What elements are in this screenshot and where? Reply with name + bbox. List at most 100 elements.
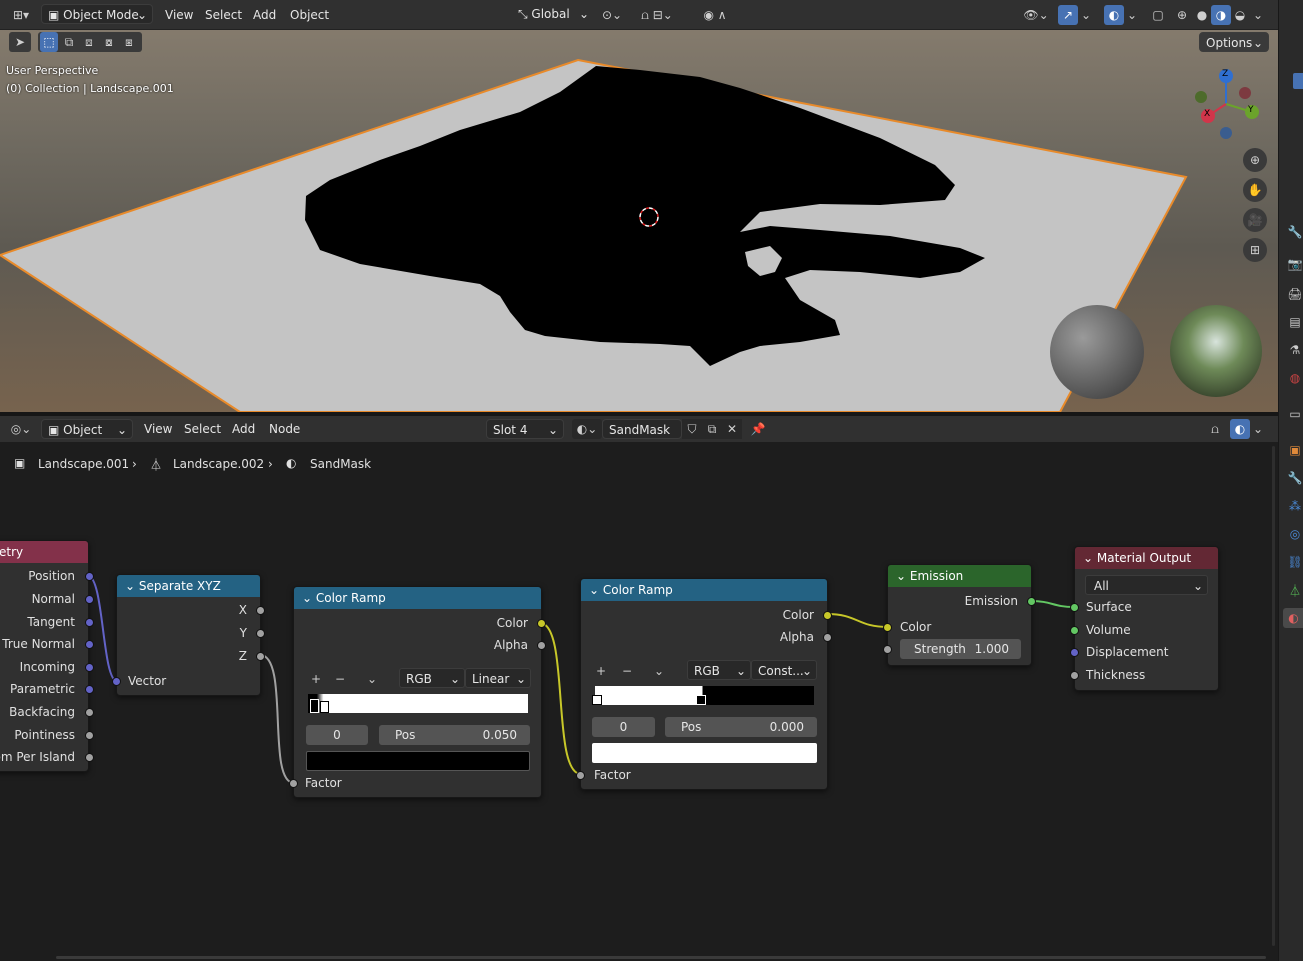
material-shading-icon[interactable]: ◑	[1211, 5, 1231, 25]
stop-color-swatch[interactable]	[592, 743, 817, 763]
socket-displacement[interactable]	[1070, 648, 1079, 657]
socket-alpha[interactable]	[823, 633, 832, 642]
horizontal-scrollbar[interactable]	[56, 956, 1266, 959]
solid-shading-icon[interactable]: ●	[1192, 5, 1212, 25]
add-stop-plus-icon[interactable]: +	[306, 669, 326, 689]
socket-emission[interactable]	[1027, 597, 1036, 606]
menu-object[interactable]: Object	[290, 5, 329, 25]
socket-true-normal[interactable]	[85, 640, 94, 649]
stop-index-field[interactable]: 0	[592, 717, 655, 737]
geometry-node[interactable]: etry Position Normal Tangent True Normal…	[0, 540, 94, 772]
view-layer-icon[interactable]: ▤	[1287, 312, 1303, 332]
socket-surface[interactable]	[1070, 603, 1079, 612]
select-tool-icon[interactable]: ➤	[9, 32, 31, 52]
ramp-stop-handle[interactable]	[320, 701, 329, 713]
color-mode-dropdown[interactable]: RGB ⌄	[399, 668, 465, 688]
socket-x[interactable]	[256, 606, 265, 615]
socket-backfacing[interactable]	[85, 708, 94, 717]
chevron-down-icon[interactable]: ⌄	[1124, 5, 1140, 25]
socket-random-per-island[interactable]	[85, 753, 94, 762]
color-ramp-gradient[interactable]	[308, 694, 528, 713]
render-properties-icon[interactable]: 📷	[1287, 254, 1303, 274]
menu-view[interactable]: View	[165, 5, 193, 25]
chevron-down-icon[interactable]: ⌄	[649, 661, 669, 681]
separate-xyz-node[interactable]: ⌄ Separate XYZ X Y Z Vector	[112, 574, 265, 696]
tool-properties-icon[interactable]: 🔧	[1287, 222, 1303, 242]
select-intersect-icon[interactable]: ⧆	[120, 32, 138, 52]
socket-volume[interactable]	[1070, 626, 1079, 635]
mode-dropdown[interactable]: ▣ Object Mode ⌄	[41, 4, 153, 24]
pan-hand-icon[interactable]: ✋	[1243, 178, 1267, 202]
color-ramp-node-1[interactable]: ⌄ Color Ramp Color Alpha + − ⌄ RGB ⌄ Line…	[289, 586, 546, 798]
object-data-icon[interactable]: ⏃	[1287, 580, 1303, 600]
interpolation-dropdown[interactable]: Linear ⌄	[465, 668, 531, 688]
socket-factor[interactable]	[576, 771, 585, 780]
socket-normal[interactable]	[85, 595, 94, 604]
color-ramp-node-2[interactable]: ⌄ Color Ramp Color Alpha + − ⌄ RGB ⌄ Cons…	[576, 578, 832, 790]
socket-color[interactable]	[823, 611, 832, 620]
select-extend-icon[interactable]: ⧉	[60, 32, 78, 52]
interpolation-dropdown[interactable]: Const... ⌄	[751, 660, 817, 680]
visibility-icon[interactable]: 👁⌄	[1020, 5, 1052, 25]
socket-incoming[interactable]	[85, 663, 94, 672]
target-dropdown[interactable]: All ⌄	[1085, 575, 1208, 595]
collapse-chevron-icon[interactable]: ⌄	[1083, 551, 1097, 565]
stop-position-field[interactable]: Pos 0.000	[665, 717, 817, 737]
collapse-chevron-icon[interactable]: ⌄	[589, 583, 603, 597]
xray-icon[interactable]: ▢	[1148, 5, 1168, 25]
socket-position[interactable]	[85, 572, 94, 581]
chevron-down-icon[interactable]: ⌄	[1078, 5, 1094, 25]
color-mode-dropdown[interactable]: RGB ⌄	[687, 660, 751, 680]
emission-node[interactable]: ⌄ Emission Emission Color Strength 1.000	[883, 564, 1036, 666]
add-stop-plus-icon[interactable]: +	[591, 661, 611, 681]
stop-position-field[interactable]: Pos 0.050	[379, 725, 530, 745]
socket-tangent[interactable]	[85, 618, 94, 627]
proportional-edit-icon[interactable]: ◉ ∧	[690, 5, 740, 25]
constraints-icon[interactable]: ⛓	[1287, 552, 1303, 572]
socket-thickness[interactable]	[1070, 671, 1079, 680]
navigation-gizmo[interactable]: Z Y X	[1188, 66, 1268, 146]
particles-icon[interactable]: ⁂	[1287, 496, 1303, 516]
menu-add[interactable]: Add	[253, 5, 276, 25]
modifier-wrench-icon[interactable]: 🔧	[1287, 468, 1303, 488]
vertical-scrollbar[interactable]	[1272, 446, 1275, 946]
collapse-chevron-icon[interactable]: ⌄	[302, 591, 316, 605]
socket-vector[interactable]	[112, 677, 121, 686]
chevron-down-icon[interactable]: ⌄	[362, 669, 382, 689]
world-properties-icon[interactable]: ◍	[1287, 368, 1303, 388]
zoom-icon[interactable]: ⊕	[1243, 148, 1267, 172]
socket-color-in[interactable]	[883, 623, 892, 632]
shader-node-editor[interactable]: ◎⌄ ▣ Object ⌄ View Select Add Node Slot 4…	[0, 416, 1278, 961]
stop-index-field[interactable]: 0	[306, 725, 368, 745]
ramp-stop-handle[interactable]	[592, 695, 602, 705]
ramp-stop-handle[interactable]	[310, 699, 319, 713]
strength-field[interactable]: Strength 1.000	[900, 639, 1021, 659]
editor-type-icon[interactable]: ⊞▾	[6, 5, 36, 25]
select-subtract-icon[interactable]: ⧈	[80, 32, 98, 52]
socket-color[interactable]	[537, 619, 546, 628]
snap-icon[interactable]: ⩍ ⊟⌄	[632, 5, 682, 25]
output-properties-icon[interactable]: 🖨	[1287, 284, 1303, 304]
rendered-shading-icon[interactable]: ◒	[1230, 5, 1250, 25]
collapse-chevron-icon[interactable]: ⌄	[896, 569, 910, 583]
gizmo-toggle-icon[interactable]: ↗	[1058, 5, 1078, 25]
select-new-icon[interactable]: ⬚	[40, 32, 58, 52]
stop-color-swatch[interactable]	[306, 751, 530, 771]
socket-factor[interactable]	[289, 779, 298, 788]
select-invert-icon[interactable]: ⧇	[100, 32, 118, 52]
collection-icon[interactable]: ▭	[1287, 404, 1303, 424]
object-properties-icon[interactable]: ▣	[1287, 440, 1303, 460]
overlay-toggle-icon[interactable]: ◐	[1104, 5, 1124, 25]
remove-stop-minus-icon[interactable]: −	[330, 669, 350, 689]
scene-properties-icon[interactable]: ⚗	[1287, 340, 1303, 360]
remove-stop-minus-icon[interactable]: −	[617, 661, 637, 681]
options-dropdown[interactable]: Options ⌄	[1199, 32, 1269, 52]
material-properties-icon[interactable]: ◐	[1283, 608, 1303, 628]
socket-y[interactable]	[256, 629, 265, 638]
ramp-stop-handle[interactable]	[696, 695, 706, 705]
active-item-highlight[interactable]	[1293, 73, 1303, 89]
socket-z[interactable]	[256, 652, 265, 661]
perspective-grid-icon[interactable]: ⊞	[1243, 238, 1267, 262]
socket-pointiness[interactable]	[85, 731, 94, 740]
pivot-icon[interactable]: ⊙⌄	[598, 5, 626, 25]
